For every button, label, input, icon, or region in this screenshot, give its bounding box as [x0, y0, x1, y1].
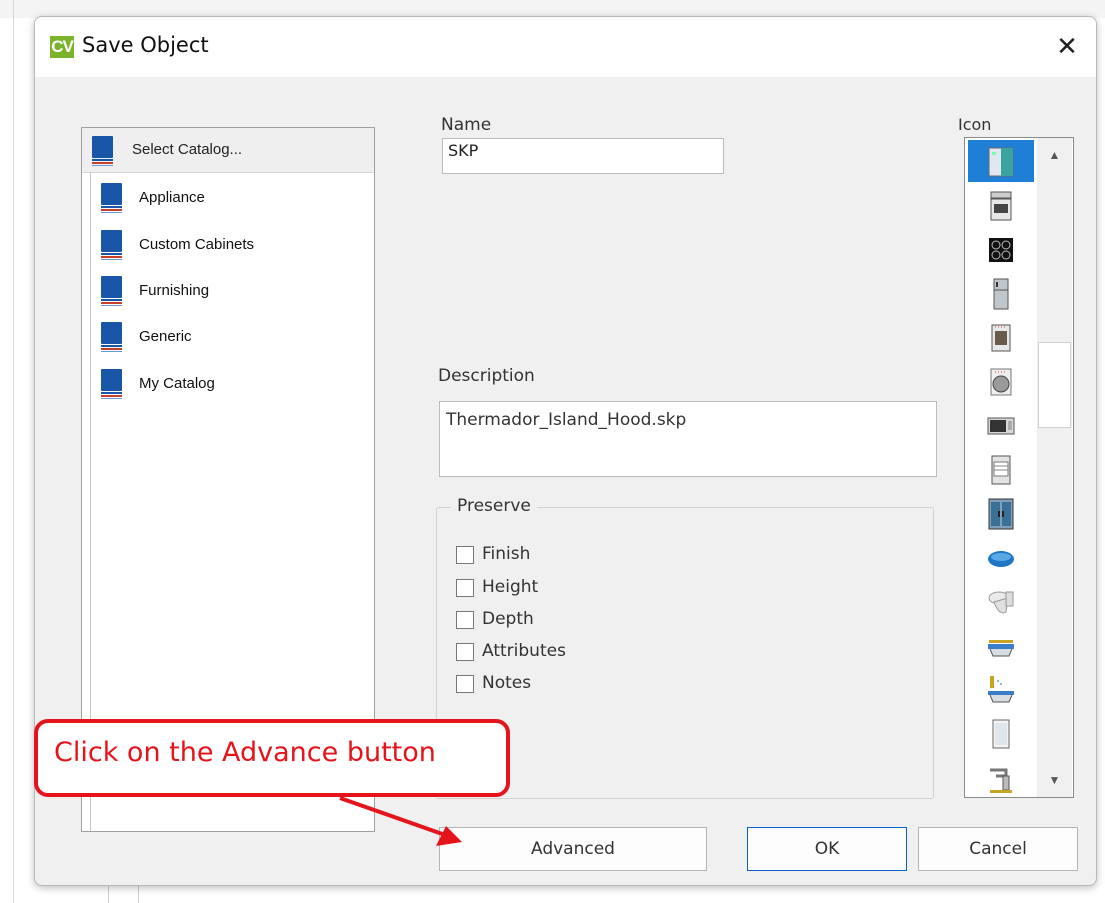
- annotation-arrow-icon: [339, 796, 462, 846]
